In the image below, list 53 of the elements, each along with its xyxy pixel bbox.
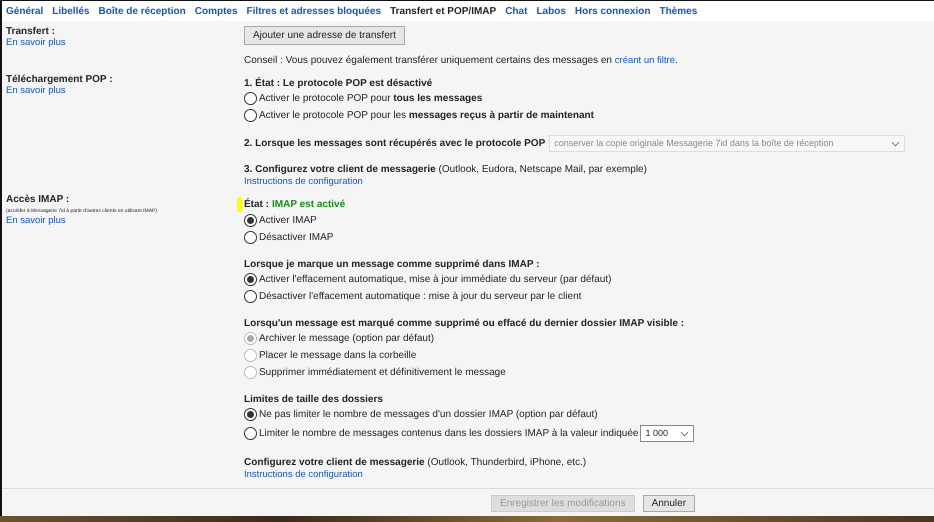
- status-label: État :: [244, 198, 269, 211]
- tab[interactable]: Libellés: [52, 6, 90, 17]
- chevron-down-icon: [680, 430, 690, 436]
- status-value: IMAP est activé: [272, 198, 346, 211]
- tab[interactable]: Transfert et POP/IMAP: [390, 6, 496, 17]
- option-label: Limiter le nombre de messages contenus dans les dossiers IMAP à la valeur indiquée: [259, 427, 638, 440]
- limit-dropdown[interactable]: 1 000: [640, 425, 694, 442]
- instructions-link[interactable]: Instructions de configuration: [244, 176, 363, 187]
- setting-heading: Limites de taille des dossiers: [244, 393, 383, 406]
- radio-button[interactable]: [244, 273, 257, 286]
- option-label: Ne pas limiter le nombre de messages d'un dossier IMAP (option par défaut): [259, 408, 598, 421]
- radio-button[interactable]: [244, 290, 257, 303]
- radio-button[interactable]: [244, 109, 257, 122]
- section-title: Téléchargement POP :: [6, 74, 113, 85]
- section-title: Accès IMAP :: [6, 194, 70, 205]
- radio-button[interactable]: [244, 231, 257, 244]
- option-label: Activer le protocole POP pour les messages reçus à partir de maintenant: [259, 109, 594, 122]
- create-filter-link[interactable]: créant un filtre: [614, 55, 675, 66]
- option-label: Activer IMAP: [259, 214, 317, 227]
- setting-heading: 2. Lorsque les messages sont récupérés avec le protocole POP: [244, 137, 546, 150]
- chevron-down-icon: [891, 140, 900, 146]
- radio-button[interactable]: [244, 92, 257, 105]
- radio-button[interactable]: [244, 408, 257, 421]
- tab[interactable]: Hors connexion: [574, 6, 650, 17]
- tab[interactable]: Boîte de réception: [98, 6, 186, 17]
- add-forwarding-button[interactable]: Ajouter une adresse de transfert: [244, 26, 405, 45]
- tab[interactable]: Thèmes: [659, 6, 698, 17]
- tip-text: Conseil : Vous pouvez également transférer uniquement certains des messages en créant un filtre.: [244, 54, 678, 67]
- tab[interactable]: Chat: [505, 6, 528, 17]
- learn-more-link[interactable]: En savoir plus: [6, 215, 66, 226]
- tab[interactable]: Général: [6, 6, 44, 17]
- option-label: Archiver le message (option par défaut): [259, 332, 434, 345]
- setting-heading: 1. État : Le protocole POP est désactivé: [244, 77, 432, 90]
- section-title: Transfert :: [6, 26, 55, 37]
- radio-button[interactable]: [244, 427, 257, 440]
- option-label: Activer le protocole POP pour tous les messages: [259, 92, 482, 105]
- option-label: Placer le message dans la corbeille: [259, 349, 416, 362]
- learn-more-link[interactable]: En savoir plus: [6, 37, 66, 48]
- cancel-button[interactable]: Annuler: [642, 495, 696, 512]
- setting-heading: Configurez votre client de messagerie (Outlook, Thunderbird, iPhone, etc.): [244, 456, 586, 469]
- option-label: Désactiver IMAP: [259, 231, 334, 244]
- instructions-link[interactable]: Instructions de configuration: [244, 469, 363, 480]
- tab[interactable]: Comptes: [194, 6, 238, 17]
- option-label: Désactiver l'effacement automatique : mise à jour du serveur par le client: [259, 290, 582, 303]
- setting-heading: 3. Configurez votre client de messagerie (Outlook, Eudora, Netscape Mail, par exemple): [244, 163, 647, 176]
- setting-heading: Lorsque je marque un message comme supprimé dans IMAP :: [244, 258, 540, 271]
- learn-more-link[interactable]: En savoir plus: [6, 85, 66, 96]
- option-label: Activer l'effacement automatique, mise à jour immédiate du serveur (par défaut): [259, 273, 612, 286]
- setting-heading: Lorsqu'un message est marqué comme supprimé ou effacé du dernier dossier IMAP visible :: [244, 317, 684, 330]
- tab[interactable]: Labos: [536, 6, 566, 17]
- tab[interactable]: Filtres et adresses bloquées: [246, 6, 382, 17]
- option-label: Supprimer immédiatement et définitivement le message: [259, 366, 506, 379]
- radio-button[interactable]: [244, 214, 257, 227]
